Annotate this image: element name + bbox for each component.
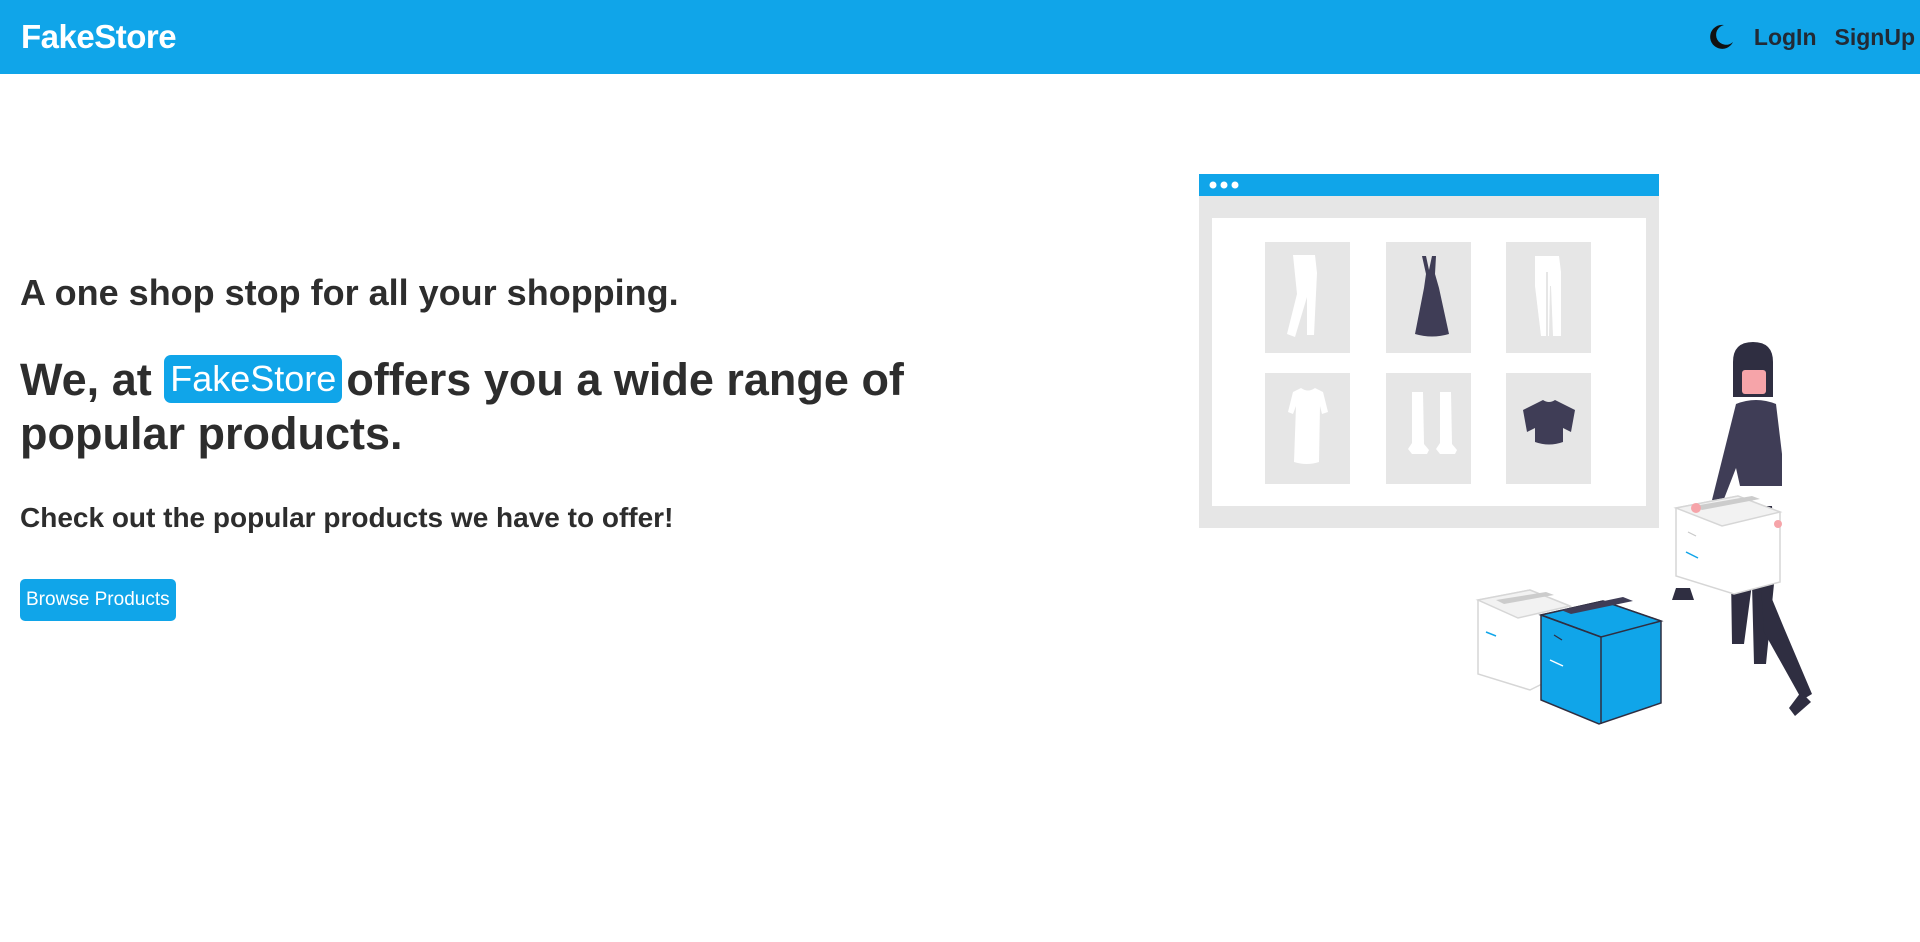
shopping-illustration-svg xyxy=(1199,174,1812,725)
hero-tagline: A one shop stop for all your shopping. xyxy=(20,272,679,313)
nav-actions: LogIn SignUp xyxy=(1706,0,1920,74)
shopping-illustration xyxy=(1190,170,1840,730)
top-navbar: FakeStore LogIn SignUp xyxy=(0,0,1920,74)
moon-icon-graphic xyxy=(1710,24,1733,49)
boots-icon xyxy=(1386,373,1471,484)
moon-icon[interactable] xyxy=(1706,22,1736,52)
headline-prefix: We, at xyxy=(20,354,152,405)
tshirt-icon xyxy=(1265,373,1350,484)
boxes-graphic xyxy=(1475,589,1664,725)
browse-products-button[interactable]: Browse Products xyxy=(20,579,176,621)
signup-link[interactable]: SignUp xyxy=(1835,24,1916,51)
pants-icon xyxy=(1265,242,1350,353)
login-link[interactable]: LogIn xyxy=(1754,24,1817,51)
shirt-icon xyxy=(1506,373,1591,484)
hero-headline: We, at FakeStore offers you a wide range … xyxy=(20,353,980,461)
brand-logo[interactable]: FakeStore xyxy=(21,18,177,56)
hero-subline: Check out the popular products we have t… xyxy=(20,502,674,533)
person-graphic xyxy=(1672,342,1812,716)
trousers-icon xyxy=(1506,242,1591,353)
headline-brand-badge: FakeStore xyxy=(164,355,343,404)
dress-icon xyxy=(1386,242,1471,353)
headline-suffix: offers you a wide range of popular produ… xyxy=(20,354,904,460)
